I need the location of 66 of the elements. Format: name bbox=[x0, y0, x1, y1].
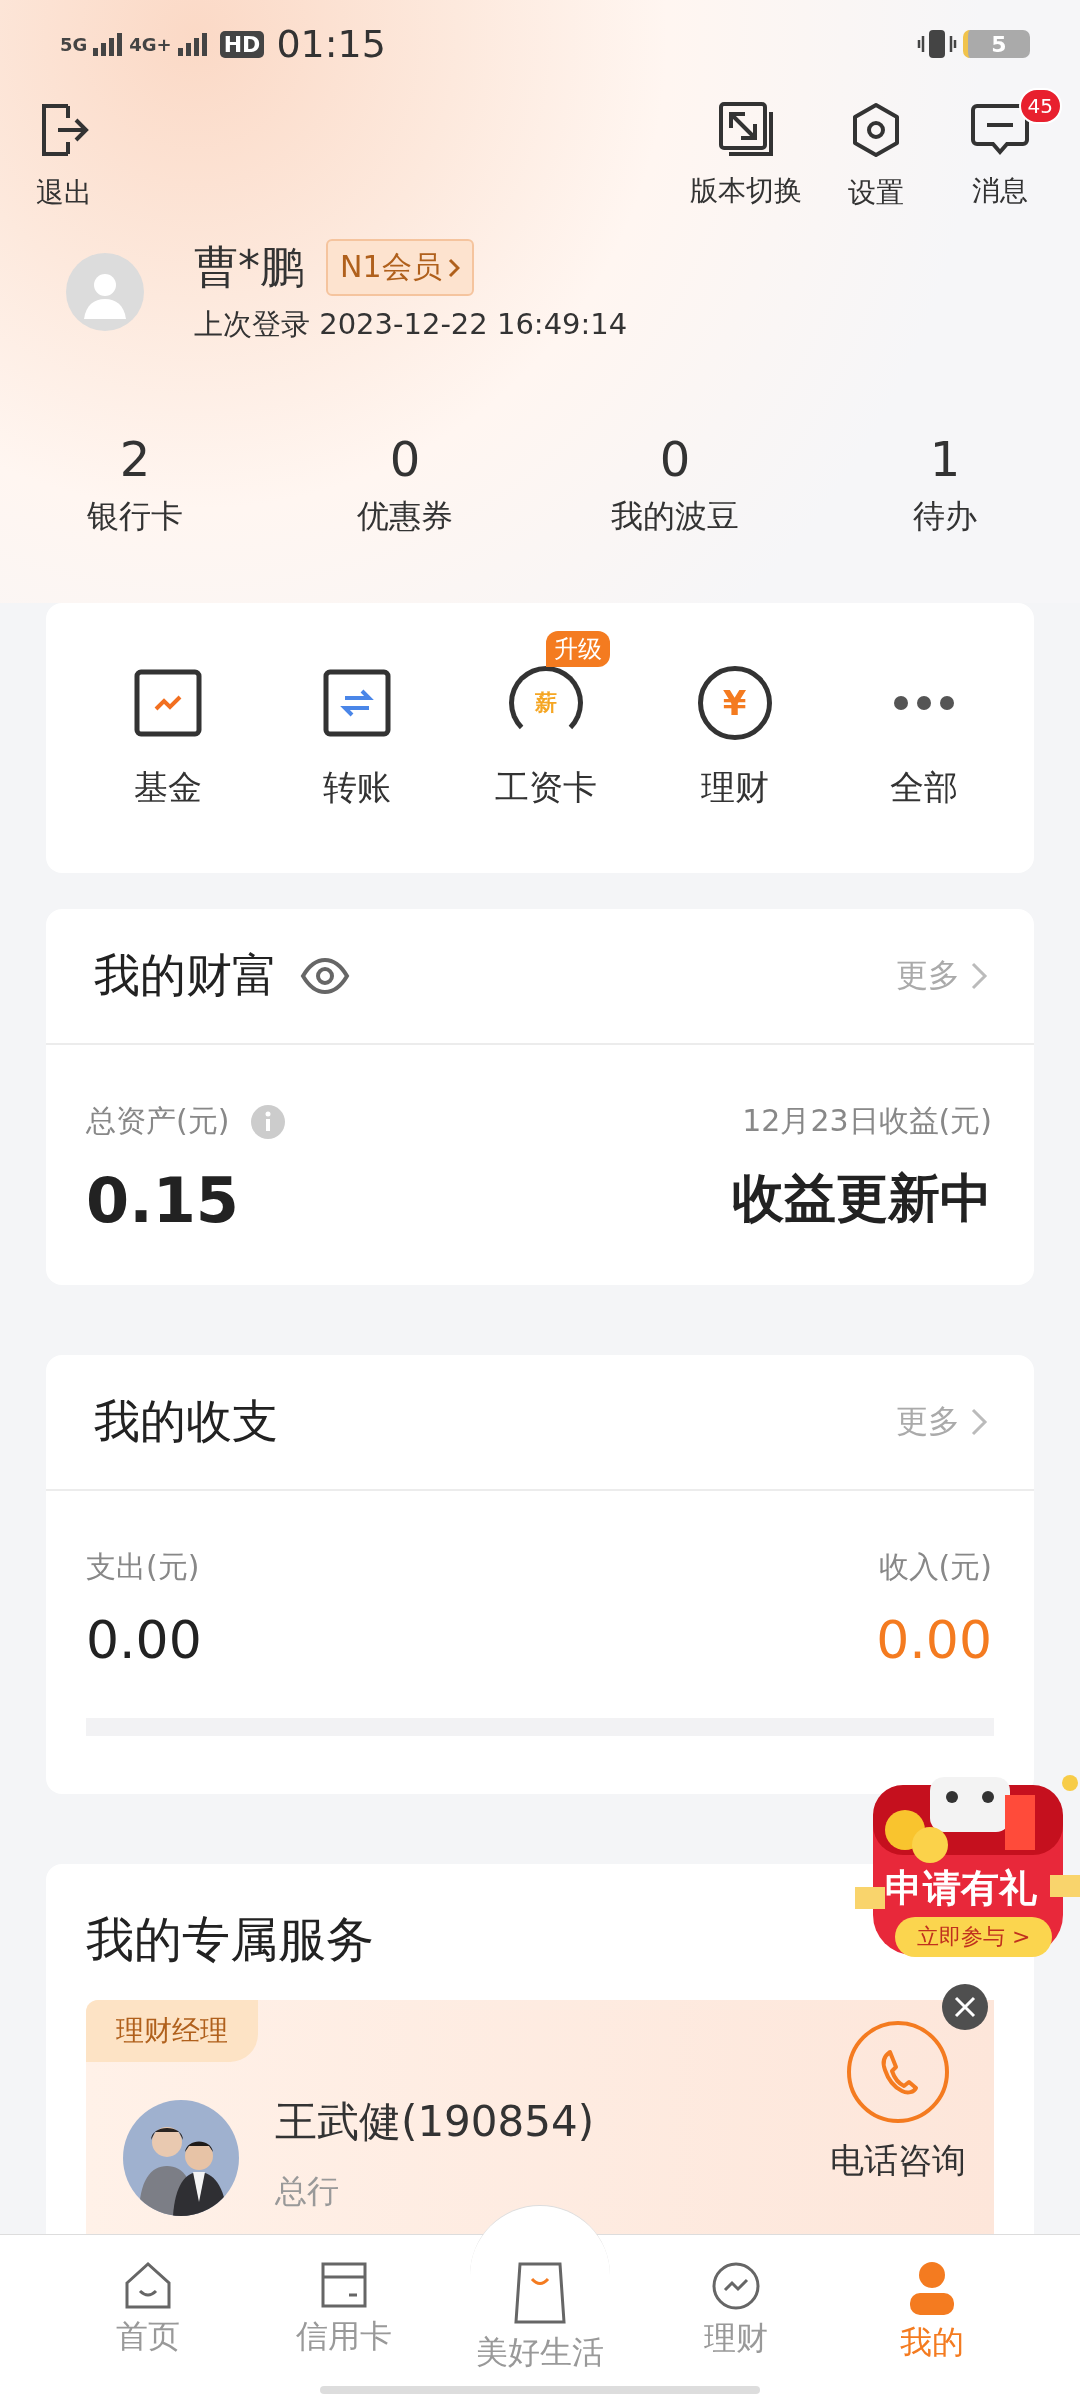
manager-branch: 总行 bbox=[275, 2171, 340, 2212]
resize-icon bbox=[719, 102, 773, 156]
card-icon bbox=[319, 2261, 369, 2309]
home-icon bbox=[123, 2261, 173, 2309]
trend-icon bbox=[711, 2261, 761, 2311]
section-title: 我的收支 bbox=[94, 1393, 278, 1450]
expense-label: 支出(元) bbox=[86, 1548, 201, 1586]
promo-title: 申请有礼 bbox=[885, 1865, 1037, 1912]
stat-value[interactable]: 0 bbox=[659, 431, 691, 487]
stat-label[interactable]: 待办 bbox=[913, 495, 977, 539]
phone-consult-button[interactable]: 电话咨询 bbox=[830, 2020, 966, 2184]
chevron-icon bbox=[970, 1407, 988, 1437]
last-login-time: 上次登录 2023-12-22 16:49:14 bbox=[194, 306, 628, 343]
battery-level: 5 bbox=[963, 30, 1030, 58]
expense-value: 0.00 bbox=[86, 1610, 202, 1670]
earnings-label: 12月23日收益(元) bbox=[742, 1102, 992, 1140]
manager-name: 王武健(190854) bbox=[275, 2096, 596, 2148]
header-action-button[interactable]: 设置 bbox=[814, 88, 938, 212]
chevron-icon bbox=[447, 257, 460, 278]
section-title: 我的专属服务 bbox=[86, 1910, 374, 1969]
signal-icon bbox=[93, 32, 124, 56]
network-label: 5G bbox=[60, 33, 88, 55]
promo-banner[interactable]: 申请有礼 立即参与 > bbox=[855, 1775, 1080, 1965]
total-assets-label: 总资产(元) bbox=[86, 1102, 230, 1140]
stat-label[interactable]: 优惠券 bbox=[357, 495, 453, 539]
more-icon bbox=[892, 695, 955, 711]
stat-label[interactable]: 我的波豆 bbox=[611, 495, 739, 539]
header-action-button[interactable]: 消息 45 bbox=[938, 88, 1062, 210]
shopping-bag-icon bbox=[512, 2261, 568, 2325]
header-action-button[interactable]: 版本切换 bbox=[678, 88, 814, 210]
stat-label[interactable]: 银行卡 bbox=[87, 495, 183, 539]
eye-icon[interactable] bbox=[300, 956, 350, 996]
stat-value[interactable]: 0 bbox=[389, 431, 421, 487]
stat-value[interactable]: 1 bbox=[929, 431, 961, 487]
signal-icon bbox=[177, 32, 208, 56]
chevron-icon bbox=[970, 961, 988, 991]
earnings-status: 收益更新中 bbox=[732, 1167, 992, 1230]
transfer-icon bbox=[322, 669, 391, 737]
upgrade-badge: 升级 bbox=[546, 631, 610, 667]
member-badge[interactable]: N1会员 bbox=[326, 239, 474, 296]
vibrate-icon bbox=[917, 28, 957, 60]
close-button[interactable] bbox=[942, 1984, 988, 2030]
shortcut-button[interactable]: 薪 工资卡 bbox=[494, 665, 597, 811]
income-label: 收入(元) bbox=[878, 1548, 992, 1586]
phone-icon bbox=[846, 2020, 950, 2124]
income-value: 0.00 bbox=[876, 1610, 992, 1670]
manager-tag: 理财经理 bbox=[86, 2000, 258, 2062]
shortcut-button[interactable]: ¥ 理财 bbox=[697, 665, 772, 811]
network-label: 4G+ bbox=[129, 33, 172, 55]
hd-badge: HD bbox=[219, 30, 265, 58]
promo-join-button[interactable]: 立即参与 > bbox=[895, 1917, 1053, 1957]
total-assets-value: 0.15 bbox=[86, 1164, 240, 1237]
avatar-icon bbox=[66, 252, 144, 331]
unread-badge: 45 bbox=[1018, 88, 1062, 124]
shortcut-button[interactable]: 转账 bbox=[322, 665, 391, 811]
stat-value[interactable]: 2 bbox=[119, 431, 151, 487]
shortcut-button[interactable]: 基金 bbox=[133, 665, 202, 811]
yuan-icon: ¥ bbox=[697, 666, 772, 740]
user-name: 曹*鹏 bbox=[194, 240, 304, 294]
trend-icon bbox=[133, 669, 202, 737]
shortcut-button[interactable]: 全部 bbox=[889, 665, 958, 811]
section-title: 我的财富 bbox=[94, 947, 278, 1004]
status-time: 01:15 bbox=[276, 22, 386, 66]
logout-button[interactable]: 退出 bbox=[36, 88, 92, 212]
message-icon bbox=[971, 102, 1029, 156]
person-icon bbox=[907, 2261, 957, 2315]
